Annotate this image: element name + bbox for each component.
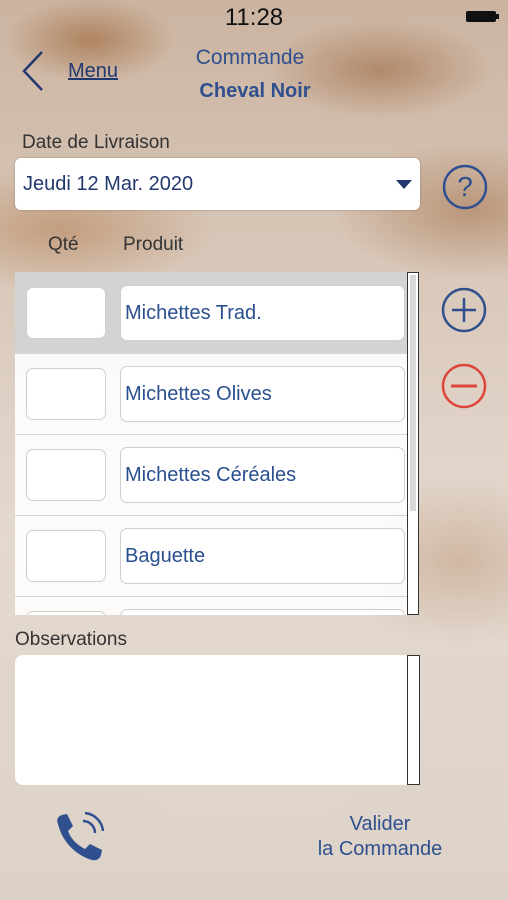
observations-input[interactable] (15, 655, 408, 785)
qty-input[interactable] (26, 368, 106, 420)
qty-input[interactable] (26, 287, 106, 339)
minus-circle-icon[interactable] (440, 362, 488, 410)
product-row[interactable]: Michettes Olives (15, 353, 408, 435)
battery-icon (466, 11, 499, 22)
product-row[interactable] (15, 596, 408, 615)
back-button[interactable]: Menu (20, 48, 130, 94)
product-name[interactable]: Michettes Olives (120, 366, 405, 422)
delivery-date-select[interactable]: Jeudi 12 Mar. 2020 (15, 158, 420, 210)
product-list[interactable]: Michettes Trad. Michettes Olives Michett… (15, 272, 408, 615)
scrollbar-thumb[interactable] (410, 275, 416, 511)
qty-input[interactable] (26, 449, 106, 501)
question-circle-icon[interactable]: ? (441, 163, 489, 211)
product-name[interactable] (120, 609, 405, 615)
validate-label-line1: Valider (349, 813, 411, 835)
back-label: Menu (68, 59, 119, 82)
status-time: 11:28 (224, 4, 284, 31)
observations-scrollbar[interactable] (407, 655, 420, 785)
plus-circle-icon[interactable] (440, 286, 488, 334)
chevron-left-icon (22, 51, 43, 91)
phone-icon[interactable] (50, 810, 108, 868)
dropdown-caret-icon (396, 179, 412, 189)
product-row[interactable]: Michettes Trad. (15, 272, 408, 354)
column-header-qty: Qté (48, 234, 79, 255)
page-subtitle: Cheval Noir (199, 80, 311, 102)
delivery-date-value: Jeudi 12 Mar. 2020 (23, 172, 194, 195)
product-name[interactable]: Baguette (120, 528, 405, 584)
validate-label-line2: la Commande (317, 838, 443, 860)
validate-order-button[interactable]: Valider la Commande (295, 812, 465, 864)
delivery-date-label: Date de Livraison (22, 132, 170, 153)
svg-text:?: ? (457, 171, 473, 202)
observations-label: Observations (15, 629, 127, 650)
product-name[interactable]: Michettes Trad. (120, 285, 405, 341)
qty-input[interactable] (26, 530, 106, 582)
qty-input[interactable] (26, 611, 106, 615)
product-row[interactable]: Baguette (15, 515, 408, 597)
column-header-product: Produit (123, 234, 184, 255)
product-list-scrollbar[interactable] (407, 272, 419, 615)
product-row[interactable]: Michettes Céréales (15, 434, 408, 516)
page-title: Commande (195, 46, 305, 69)
product-name[interactable]: Michettes Céréales (120, 447, 405, 503)
